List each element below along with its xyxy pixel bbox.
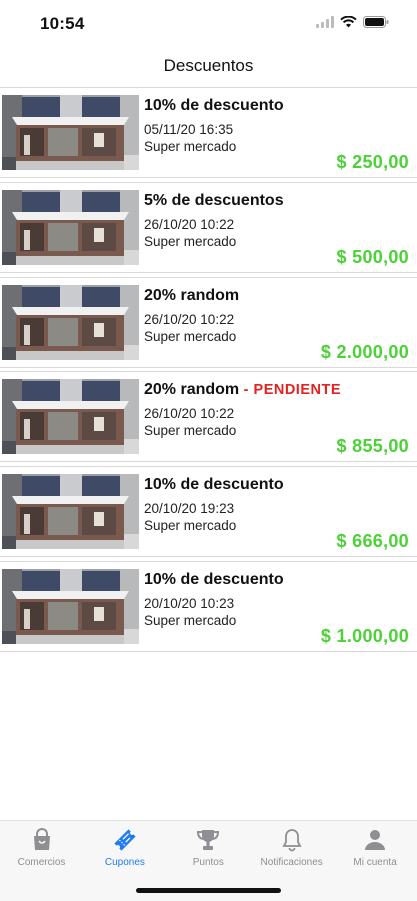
coupon-title: 5% de descuentos: [144, 192, 284, 210]
coupon-date: 20/10/20 10:23: [144, 595, 235, 611]
coupon-date: 20/10/20 19:23: [144, 501, 235, 517]
coupon-amount: $ 250,00: [336, 152, 409, 172]
store-photo: [2, 189, 139, 265]
tab-mi-cuenta[interactable]: Mi cuenta: [334, 827, 417, 868]
wifi-icon: [340, 16, 357, 28]
coupon-store: Super mercado: [144, 518, 237, 534]
coupon-amount: $ 500,00: [336, 246, 409, 267]
shopping-bag-icon: [29, 827, 55, 853]
status-icons: [316, 16, 389, 28]
battery-icon: [363, 16, 389, 28]
tab-cupones[interactable]: Cupones: [83, 827, 166, 868]
tab-comercios[interactable]: Comercios: [0, 827, 83, 868]
coupon-amount: $ 2.000,00: [320, 341, 409, 362]
store-photo: [2, 568, 139, 644]
coupon-store: Super mercado: [144, 139, 237, 154]
user-icon: [362, 827, 388, 853]
coupon-amount: $ 855,00: [336, 436, 409, 457]
coupon-date: 05/11/20 16:35: [144, 122, 234, 137]
ticket-icon: [112, 827, 138, 853]
coupon-title-text: 5% de descuentos: [144, 191, 284, 209]
status-badge: - PENDIENTE: [239, 382, 342, 399]
coupon-store: Super mercado: [144, 612, 237, 628]
coupon-title-text: 20% random: [144, 286, 240, 304]
trophy-icon: [195, 827, 221, 853]
signal-icon: [316, 16, 334, 28]
coupon-title-text: 20% random: [144, 381, 240, 399]
coupon-amount: $ 1.000,00: [320, 625, 409, 646]
coupon-date: 26/10/20 10:22: [144, 406, 235, 422]
tab-label: Comercios: [17, 857, 66, 868]
coupon-card[interactable]: 20% random 26/10/20 10:22 Super mercado …: [0, 276, 417, 368]
coupon-store: Super mercado: [144, 328, 237, 344]
coupon-store: Super mercado: [144, 423, 237, 439]
coupon-card[interactable]: 10% de descuento 20/10/20 10:23 Super me…: [0, 560, 417, 652]
status-bar: 10:54: [0, 0, 417, 48]
store-photo: [2, 284, 139, 360]
tab-label: Puntos: [192, 857, 224, 868]
coupon-title: 20% random: [144, 287, 239, 305]
page-title: Descuentos: [163, 56, 254, 75]
coupon-title: 10% de descuento: [144, 476, 284, 494]
coupon-card[interactable]: 10% de descuento 05/11/20 16:35 Super me…: [0, 87, 417, 178]
tab-puntos[interactable]: Puntos: [167, 827, 250, 868]
coupon-title-text: 10% de descuento: [144, 97, 284, 114]
store-photo: [2, 474, 139, 550]
coupon-date: 26/10/20 10:22: [144, 311, 235, 327]
coupon-amount: $ 666,00: [336, 531, 409, 552]
coupon-title: 10% de descuento: [144, 97, 284, 115]
store-photo: [2, 95, 139, 170]
coupon-title: 10% de descuento: [144, 571, 284, 589]
coupon-card[interactable]: 5% de descuentos 26/10/20 10:22 Super me…: [0, 181, 417, 273]
coupon-card[interactable]: 10% de descuento 20/10/20 19:23 Super me…: [0, 466, 417, 558]
tab-label: Mi cuenta: [353, 857, 397, 868]
home-indicator: [136, 888, 281, 893]
coupon-title-text: 10% de descuento: [144, 476, 284, 494]
tab-label: Cupones: [104, 857, 145, 868]
status-time: 10:54: [40, 14, 85, 33]
coupon-card[interactable]: 20% random - PENDIENTE 26/10/20 10:22 Su…: [0, 371, 417, 463]
coupon-list: 10% de descuento 05/11/20 16:35 Super me…: [0, 87, 417, 656]
tab-label: Notificaciones: [260, 857, 323, 868]
bell-icon: [279, 827, 305, 853]
tab-notificaciones[interactable]: Notificaciones: [250, 827, 333, 868]
coupon-title-text: 10% de descuento: [144, 570, 284, 588]
coupon-title: 20% random - PENDIENTE: [144, 381, 341, 399]
coupon-date: 26/10/20 10:22: [144, 216, 235, 232]
coupon-store: Super mercado: [144, 233, 237, 249]
store-photo: [2, 379, 139, 455]
